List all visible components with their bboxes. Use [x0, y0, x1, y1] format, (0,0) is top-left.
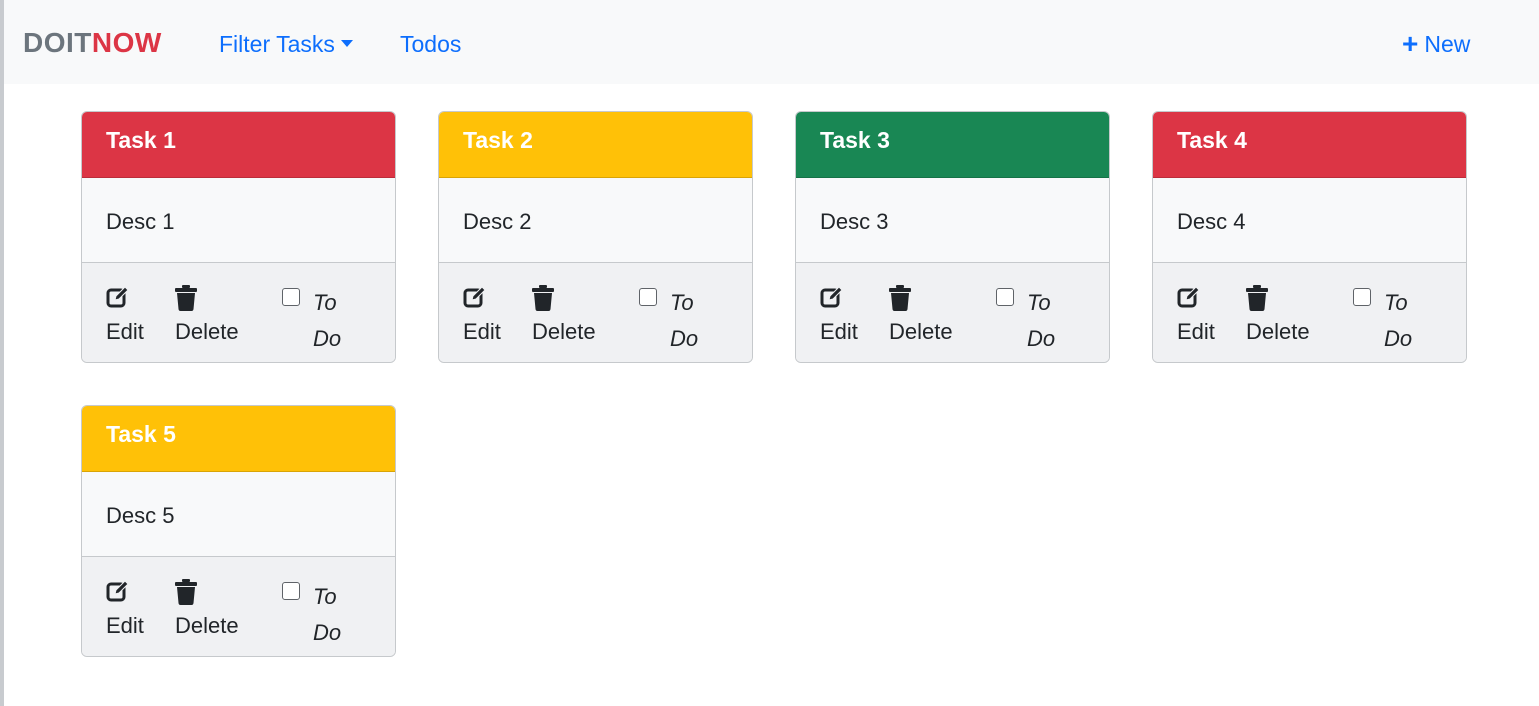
edit-icon	[463, 285, 501, 313]
delete-label: Delete	[532, 319, 596, 344]
todo-checkbox[interactable]	[1353, 288, 1371, 306]
task-card-header: Task 5	[82, 406, 395, 472]
delete-label: Delete	[889, 319, 953, 344]
delete-button[interactable]: Delete	[1246, 285, 1310, 347]
delete-label: Delete	[1246, 319, 1310, 344]
delete-label: Delete	[175, 319, 239, 344]
todo-checkbox[interactable]	[996, 288, 1014, 306]
todo-label: To Do	[1027, 290, 1056, 351]
delete-button[interactable]: Delete	[175, 579, 239, 641]
task-card-footer: Edit Delete To Do	[82, 557, 395, 656]
task-card-footer: Edit Delete To Do	[796, 263, 1109, 362]
filter-tasks-label: Filter Tasks	[219, 31, 335, 57]
task-description: Desc 4	[1177, 209, 1246, 234]
task-card-header: Task 4	[1153, 112, 1466, 178]
edit-label: Edit	[106, 613, 144, 638]
edit-label: Edit	[106, 319, 144, 344]
task-title: Task 4	[1177, 127, 1247, 153]
edit-button[interactable]: Edit	[106, 285, 144, 347]
todo-label: To Do	[670, 290, 699, 351]
task-description: Desc 5	[106, 503, 175, 528]
new-task-label: New	[1424, 31, 1471, 57]
task-card-footer: Edit Delete To Do	[439, 263, 752, 362]
task-title: Task 1	[106, 127, 176, 153]
todo-label: To Do	[1384, 290, 1413, 351]
task-card-body: Desc 3	[796, 178, 1109, 263]
task-card: Task 2 Desc 2 Edit Delete To Do	[438, 111, 753, 363]
task-title: Task 2	[463, 127, 533, 153]
filter-tasks-dropdown[interactable]: Filter Tasks	[219, 30, 353, 58]
edit-icon	[1177, 285, 1215, 313]
delete-button[interactable]: Delete	[889, 285, 953, 347]
edit-label: Edit	[463, 319, 501, 344]
task-card: Task 4 Desc 4 Edit Delete To Do	[1152, 111, 1467, 363]
task-card-header: Task 2	[439, 112, 752, 178]
brand-logo[interactable]: DOITNOW	[23, 26, 162, 60]
todo-checkbox[interactable]	[639, 288, 657, 306]
todos-link[interactable]: Todos	[400, 30, 461, 58]
plus-icon: +	[1402, 28, 1419, 59]
todo-label: To Do	[313, 290, 342, 351]
edit-icon	[106, 579, 144, 607]
task-title: Task 3	[820, 127, 890, 153]
edit-button[interactable]: Edit	[106, 579, 144, 641]
task-description: Desc 2	[463, 209, 532, 234]
trash-icon	[532, 285, 596, 313]
delete-label: Delete	[175, 613, 239, 638]
trash-icon	[1246, 285, 1310, 313]
task-card: Task 1 Desc 1 Edit Delete To Do	[81, 111, 396, 363]
todo-label: To Do	[313, 584, 342, 645]
task-title: Task 5	[106, 421, 176, 447]
window-left-border	[0, 0, 4, 706]
new-task-button[interactable]: + New	[1402, 30, 1470, 58]
delete-button[interactable]: Delete	[175, 285, 239, 347]
todo-checkbox[interactable]	[282, 582, 300, 600]
edit-button[interactable]: Edit	[463, 285, 501, 347]
task-card-header: Task 1	[82, 112, 395, 178]
edit-label: Edit	[820, 319, 858, 344]
delete-button[interactable]: Delete	[532, 285, 596, 347]
task-card-body: Desc 2	[439, 178, 752, 263]
brand-part-now: NOW	[91, 27, 162, 58]
edit-icon	[106, 285, 144, 313]
trash-icon	[175, 285, 239, 313]
edit-button[interactable]: Edit	[820, 285, 858, 347]
task-card-footer: Edit Delete To Do	[1153, 263, 1466, 362]
todo-checkbox[interactable]	[282, 288, 300, 306]
task-card-body: Desc 5	[82, 472, 395, 557]
task-card-footer: Edit Delete To Do	[82, 263, 395, 362]
trash-icon	[889, 285, 953, 313]
task-card-header: Task 3	[796, 112, 1109, 178]
edit-icon	[820, 285, 858, 313]
edit-button[interactable]: Edit	[1177, 285, 1215, 347]
task-card-body: Desc 1	[82, 178, 395, 263]
task-description: Desc 1	[106, 209, 175, 234]
task-card: Task 3 Desc 3 Edit Delete To Do	[795, 111, 1110, 363]
brand-part-doit: DOIT	[23, 27, 92, 58]
edit-label: Edit	[1177, 319, 1215, 344]
trash-icon	[175, 579, 239, 607]
task-description: Desc 3	[820, 209, 889, 234]
navbar: DOITNOW Filter Tasks Todos + New	[4, 0, 1539, 84]
task-card-body: Desc 4	[1153, 178, 1466, 263]
caret-down-icon	[340, 40, 353, 47]
task-card: Task 5 Desc 5 Edit Delete To Do	[81, 405, 396, 657]
